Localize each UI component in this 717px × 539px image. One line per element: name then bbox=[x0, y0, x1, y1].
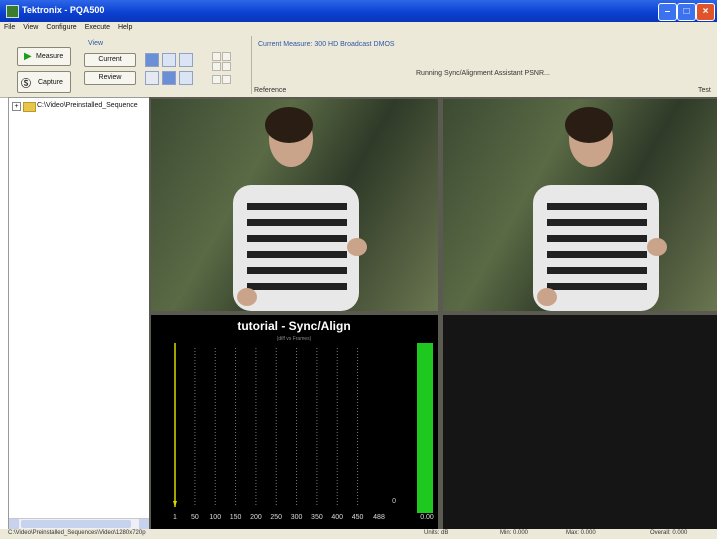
empty-result-pane[interactable] bbox=[443, 315, 717, 529]
x-tick-label: 50 bbox=[191, 514, 199, 521]
x-tick-label: 450 bbox=[352, 514, 364, 521]
window-title: Tektronix - PQA500 bbox=[22, 5, 105, 15]
x-tick-label: 350 bbox=[311, 514, 323, 521]
scroll-thumb[interactable] bbox=[21, 520, 131, 528]
toolbar-divider bbox=[251, 36, 252, 94]
test-frame-image bbox=[533, 107, 667, 311]
grid-cell-icon[interactable] bbox=[222, 75, 231, 84]
reference-video-pane[interactable] bbox=[151, 99, 438, 311]
x-tick-label: 200 bbox=[250, 514, 262, 521]
x-tick-label: 300 bbox=[291, 514, 303, 521]
sync-align-chart: tutorial - Sync/Align (diff vs Frames) 1… bbox=[173, 319, 434, 521]
title-bar: Tektronix - PQA500 – □ × bbox=[0, 0, 717, 22]
scroll-left-icon[interactable] bbox=[9, 519, 19, 529]
layout-single-icon[interactable] bbox=[179, 53, 193, 67]
status-path: C:\Video\Preinstalled_Sequences\Video\12… bbox=[8, 530, 146, 536]
x-tick-label: 1 bbox=[173, 514, 177, 521]
grid-cell-icon[interactable] bbox=[212, 62, 221, 71]
value-bar-label: 0.00 bbox=[420, 514, 434, 521]
current-button[interactable]: Current bbox=[84, 53, 136, 67]
grid-cell-icon[interactable] bbox=[212, 52, 221, 61]
status-min: Min: 0.000 bbox=[500, 530, 529, 536]
scroll-right-icon[interactable] bbox=[139, 519, 149, 529]
y-zero-label: 0 bbox=[392, 498, 396, 505]
display-area: tutorial - Sync/Align (diff vs Frames) 1… bbox=[149, 97, 717, 529]
view-group-label: View bbox=[88, 40, 104, 47]
menu-file[interactable]: File bbox=[0, 22, 19, 31]
reference-label: Reference bbox=[254, 87, 287, 94]
test-label: Test bbox=[698, 87, 711, 94]
x-tick-label: 400 bbox=[331, 514, 343, 521]
frame-marker-arrow bbox=[173, 501, 177, 507]
folder-icon bbox=[23, 102, 36, 112]
capture-icon: Ⓢ bbox=[21, 79, 31, 90]
play-icon: ▶ bbox=[24, 51, 32, 62]
app-icon bbox=[6, 5, 19, 18]
reference-frame-image bbox=[233, 107, 367, 311]
close-button[interactable]: × bbox=[696, 3, 715, 21]
x-tick-label: 100 bbox=[209, 514, 221, 521]
capture-button[interactable]: Ⓢ Capture bbox=[17, 71, 71, 93]
horizontal-scrollbar[interactable] bbox=[9, 518, 149, 529]
measure-label: Measure bbox=[36, 53, 64, 60]
menu-bar: File View Configure Execute Help bbox=[0, 22, 717, 35]
x-end-label: 488 bbox=[373, 514, 385, 521]
status-units: Units: dB bbox=[424, 530, 449, 536]
minimize-button[interactable]: – bbox=[658, 3, 677, 21]
measure-button[interactable]: ▶ Measure bbox=[17, 47, 71, 66]
layout-detail-icon[interactable] bbox=[179, 71, 193, 85]
grid-cell-icon[interactable] bbox=[212, 75, 221, 84]
menu-help[interactable]: Help bbox=[114, 22, 136, 31]
x-tick-label: 250 bbox=[270, 514, 282, 521]
menu-view[interactable]: View bbox=[19, 22, 42, 31]
current-measure-text: Current Measure: 300 HD Broadcast DMOS bbox=[258, 41, 395, 48]
sync-align-chart-pane[interactable]: tutorial - Sync/Align (diff vs Frames) 1… bbox=[151, 315, 438, 529]
toolbar: ▶ Measure Ⓢ Capture View Current Review … bbox=[0, 35, 717, 98]
chart-title: tutorial - Sync/Align bbox=[237, 319, 350, 333]
test-video-pane[interactable] bbox=[443, 99, 717, 311]
layout-stack-icon[interactable] bbox=[162, 71, 176, 85]
file-tree-panel: + C:\Video\Preinstalled_Sequence bbox=[8, 97, 150, 530]
capture-label: Capture bbox=[38, 79, 63, 86]
review-button[interactable]: Review bbox=[84, 71, 136, 85]
chart-subtitle: (diff vs Frames) bbox=[277, 336, 312, 342]
layout-split-icon[interactable] bbox=[162, 53, 176, 67]
maximize-button[interactable]: □ bbox=[677, 3, 696, 21]
value-bar bbox=[417, 343, 433, 513]
grid-cell-icon[interactable] bbox=[222, 62, 231, 71]
tree-item-root[interactable]: C:\Video\Preinstalled_Sequence bbox=[37, 102, 138, 109]
running-status-text: Running Sync/Alignment Assistant PSNR... bbox=[416, 70, 550, 77]
status-bar: C:\Video\Preinstalled_Sequences\Video\12… bbox=[0, 529, 717, 539]
status-max: Max: 0.000 bbox=[566, 530, 596, 536]
layout-quad-icon[interactable] bbox=[145, 53, 159, 67]
status-overall: Overall: 0.000 bbox=[650, 530, 688, 536]
x-tick-label: 150 bbox=[230, 514, 242, 521]
menu-configure[interactable]: Configure bbox=[42, 22, 80, 31]
menu-execute[interactable]: Execute bbox=[81, 22, 114, 31]
layout-side-icon[interactable] bbox=[145, 71, 159, 85]
tree-expand-icon[interactable]: + bbox=[12, 102, 21, 111]
grid-cell-icon[interactable] bbox=[222, 52, 231, 61]
